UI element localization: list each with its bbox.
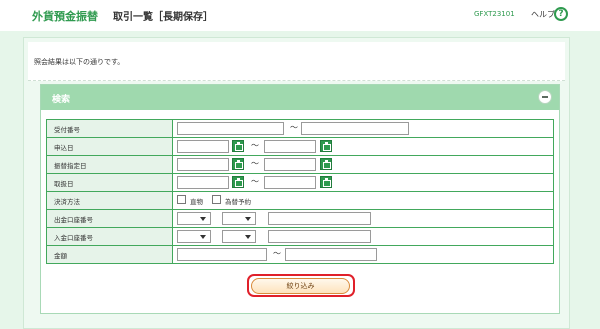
calendar-icon[interactable] <box>232 140 244 152</box>
transfer-date-to-input[interactable] <box>264 158 316 171</box>
receipt-number-from-input[interactable] <box>177 122 284 135</box>
field-label: 受付番号 <box>46 119 173 138</box>
amount-from-input[interactable] <box>177 248 267 261</box>
deposit-account-type-select[interactable] <box>222 230 256 243</box>
intro-box: 照会結果は以下の通りです。 <box>28 42 565 81</box>
tilde-separator: ～ <box>251 177 259 186</box>
filter-button[interactable]: 絞り込み <box>251 278 350 294</box>
withdrawal-account-number-input[interactable] <box>268 212 371 225</box>
calendar-icon[interactable] <box>320 140 332 152</box>
forward-contract-checkbox[interactable] <box>212 195 221 204</box>
form-row-handling-date: 取扱日 ～ <box>46 173 554 192</box>
tilde-separator: ～ <box>273 249 281 258</box>
search-form: 受付番号 ～ 申込日 ～ 振替指定日 ～ 取扱日 ～ 決済方法 直物 為替予約 … <box>46 119 554 264</box>
deposit-account-number-input[interactable] <box>268 230 371 243</box>
app-title: 外貨預金振替 <box>32 10 98 23</box>
application-date-from-input[interactable] <box>177 140 229 153</box>
collapse-icon[interactable] <box>538 90 552 104</box>
field-label: 決済方法 <box>46 191 173 210</box>
field-label: 金額 <box>46 245 173 264</box>
calendar-icon[interactable] <box>232 176 244 188</box>
amount-to-input[interactable] <box>285 248 377 261</box>
field-label: 出金口座番号 <box>46 209 173 228</box>
intro-text: 照会結果は以下の通りです。 <box>34 58 125 66</box>
form-row-amount: 金額 ～ <box>46 245 554 264</box>
form-row-receipt-number: 受付番号 ～ <box>46 119 554 138</box>
tilde-separator: ～ <box>251 141 259 150</box>
form-row-settlement-method: 決済方法 直物 為替予約 <box>46 191 554 210</box>
field-label: 申込日 <box>46 137 173 156</box>
form-row-application-date: 申込日 ～ <box>46 137 554 156</box>
field-label: 入金口座番号 <box>46 227 173 246</box>
withdrawal-branch-select[interactable] <box>177 212 211 225</box>
tilde-separator: ～ <box>290 123 298 132</box>
form-row-deposit-account: 入金口座番号 <box>46 227 554 246</box>
spot-checkbox-label: 直物 <box>190 198 203 206</box>
transfer-date-from-input[interactable] <box>177 158 229 171</box>
deposit-branch-select[interactable] <box>177 230 211 243</box>
question-icon[interactable]: ? <box>554 7 568 21</box>
form-row-transfer-date: 振替指定日 ～ <box>46 155 554 174</box>
calendar-icon[interactable] <box>320 158 332 170</box>
field-label: 振替指定日 <box>46 155 173 174</box>
receipt-number-to-input[interactable] <box>301 122 409 135</box>
spot-checkbox[interactable] <box>177 195 186 204</box>
form-row-withdrawal-account: 出金口座番号 <box>46 209 554 228</box>
withdrawal-account-type-select[interactable] <box>222 212 256 225</box>
field-label: 取扱日 <box>46 173 173 192</box>
search-title: 検索 <box>52 95 71 105</box>
application-date-to-input[interactable] <box>264 140 316 153</box>
calendar-icon[interactable] <box>320 176 332 188</box>
calendar-icon[interactable] <box>232 158 244 170</box>
handling-date-to-input[interactable] <box>264 176 316 189</box>
help-link[interactable]: ヘルプ <box>531 9 555 20</box>
tilde-separator: ～ <box>251 159 259 168</box>
screen-code: GFXT23101 <box>474 10 515 18</box>
forward-contract-checkbox-label: 為替予約 <box>225 198 251 206</box>
page-header: 外貨預金振替 取引一覧［長期保存］ GFXT23101 ヘルプ ? <box>0 0 600 31</box>
screen-title: 取引一覧［長期保存］ <box>113 12 213 23</box>
search-header[interactable]: 検索 <box>41 85 559 110</box>
handling-date-from-input[interactable] <box>177 176 229 189</box>
